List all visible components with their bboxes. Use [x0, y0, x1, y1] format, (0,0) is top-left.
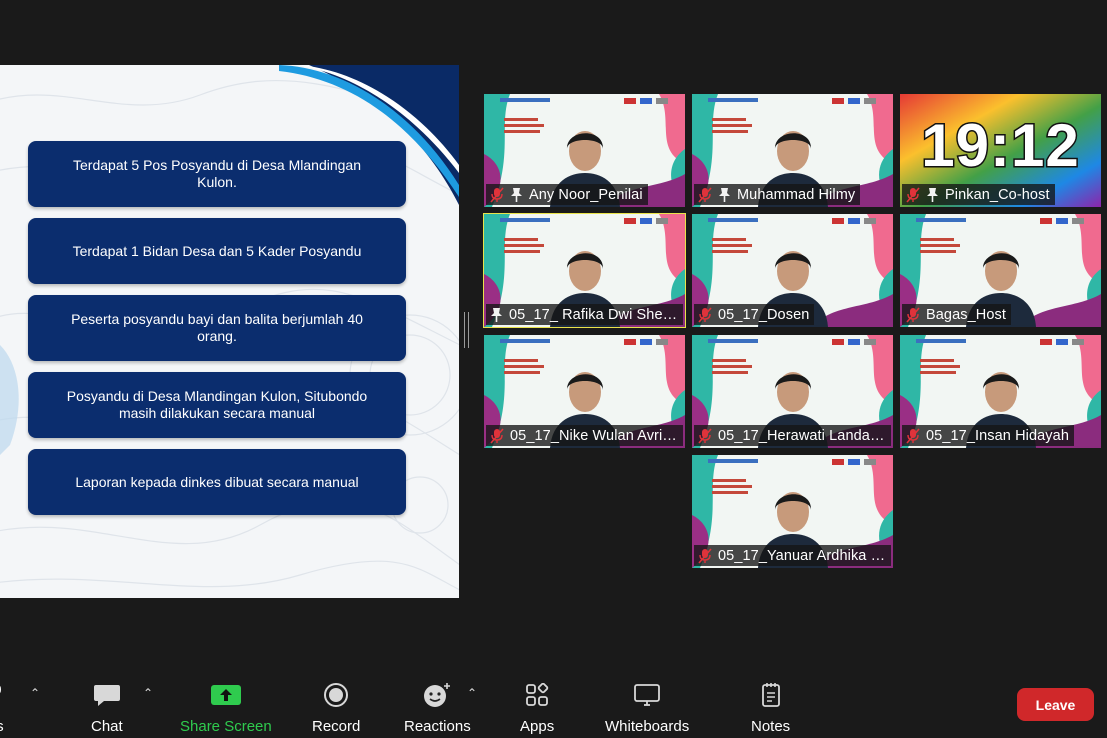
- participant-name: 05_17_Herawati Landasari: [718, 427, 886, 444]
- panel-resize-handle[interactable]: [464, 312, 469, 348]
- participant-name-bar: Any Noor_Penilai: [486, 184, 648, 205]
- chat-button[interactable]: Chat: [91, 680, 123, 735]
- chevron-up-icon[interactable]: ⌃: [467, 686, 477, 700]
- participant-count: 0: [0, 682, 1, 697]
- whiteboard-icon: [634, 684, 661, 706]
- smiley-icon: [424, 683, 451, 707]
- meeting-toolbar: 0 ts ⌃ Chat ⌃ Share Screen Record Reacti…: [0, 670, 1107, 738]
- participant-name-bar: 05_17_Yanuar Ardhika Putra: [694, 545, 891, 566]
- participant-name: 05_17_Nike Wulan Avriliana: [510, 427, 678, 444]
- participant-tile[interactable]: 05_17_Insan Hidayah: [900, 335, 1101, 448]
- pin-icon: [511, 187, 522, 202]
- participant-tile[interactable]: 05_17_Nike Wulan Avriliana: [484, 335, 685, 448]
- participant-tile[interactable]: 05_17_Dosen: [692, 214, 893, 327]
- share-screen-icon: [210, 685, 241, 705]
- participant-name: 05_17_Insan Hidayah: [926, 427, 1069, 444]
- participant-tile[interactable]: 19:12 Pinkan_Co-host: [900, 94, 1101, 207]
- reactions-button[interactable]: Reactions: [404, 680, 471, 735]
- record-icon: [324, 683, 349, 707]
- pin-icon: [491, 307, 502, 322]
- record-button[interactable]: Record: [312, 680, 360, 735]
- clock-display: 19:12: [920, 112, 1080, 179]
- mic-off-icon: [906, 306, 920, 323]
- pin-icon: [927, 187, 938, 202]
- mic-off-icon: [906, 186, 920, 203]
- chevron-up-icon[interactable]: ⌃: [30, 686, 40, 700]
- record-label: Record: [312, 718, 361, 735]
- participants-button-partial[interactable]: 0 ts: [0, 680, 4, 736]
- shared-screen: Terdapat 5 Pos Posyandu di Desa Mlanding…: [0, 65, 459, 598]
- mic-off-icon: [698, 186, 712, 203]
- participant-tile[interactable]: 05_17_Herawati Landasari: [692, 335, 893, 448]
- share-screen-label: Share Screen: [180, 718, 272, 735]
- whiteboards-button[interactable]: Whiteboards: [605, 680, 689, 735]
- participant-name: Any Noor_Penilai: [529, 186, 643, 203]
- notes-button[interactable]: Notes: [751, 680, 790, 735]
- participant-name: 05_17_ Rafika Dwi Shefira: [509, 306, 678, 323]
- participant-name: Bagas_Host: [926, 306, 1006, 323]
- mic-off-icon: [906, 427, 920, 444]
- mic-off-icon: [490, 427, 504, 444]
- participant-tile[interactable]: 05_17_Yanuar Ardhika Putra: [692, 455, 893, 568]
- participant-name-bar: 05_17_Nike Wulan Avriliana: [486, 425, 683, 446]
- participant-name-bar: Pinkan_Co-host: [902, 184, 1055, 205]
- chat-label: Chat: [91, 718, 123, 735]
- mic-off-icon: [698, 547, 712, 564]
- apps-icon: [526, 683, 549, 706]
- participant-name: Muhammad Hilmy: [737, 186, 856, 203]
- notes-icon: [761, 683, 780, 707]
- participant-name: Pinkan_Co-host: [945, 186, 1050, 203]
- share-screen-button[interactable]: Share Screen: [180, 680, 272, 735]
- apps-button[interactable]: Apps: [520, 680, 554, 735]
- participant-name-bar: 05_17_Insan Hidayah: [902, 425, 1074, 446]
- leave-button[interactable]: Leave: [1017, 688, 1094, 721]
- chat-icon: [93, 685, 120, 706]
- slide-point-5: Laporan kepada dinkes dibuat secara manu…: [28, 449, 406, 515]
- mic-off-icon: [490, 186, 504, 203]
- participant-name: 05_17_Yanuar Ardhika Putra: [718, 547, 886, 564]
- participant-name-bar: Muhammad Hilmy: [694, 184, 861, 205]
- chevron-up-icon[interactable]: ⌃: [143, 686, 153, 700]
- participant-tile[interactable]: Muhammad Hilmy: [692, 94, 893, 207]
- mic-off-icon: [698, 306, 712, 323]
- participant-name-bar: 05_17_Dosen: [694, 304, 815, 325]
- participant-name-bar: 05_17_Herawati Landasari: [694, 425, 891, 446]
- slide-point-4: Posyandu di Desa Mlandingan Kulon, Situb…: [28, 372, 406, 438]
- mic-off-icon: [698, 427, 712, 444]
- apps-label: Apps: [520, 718, 555, 735]
- participant-tile[interactable]: Any Noor_Penilai: [484, 94, 685, 207]
- participants-label: ts: [0, 718, 4, 735]
- participant-name-bar: 05_17_ Rafika Dwi Shefira: [486, 304, 683, 325]
- whiteboards-label: Whiteboards: [605, 718, 690, 735]
- slide-point-1: Terdapat 5 Pos Posyandu di Desa Mlanding…: [28, 141, 406, 207]
- participant-tile[interactable]: Bagas_Host: [900, 214, 1101, 327]
- slide-point-3: Peserta posyandu bayi dan balita berjuml…: [28, 295, 406, 361]
- slide-point-2: Terdapat 1 Bidan Desa dan 5 Kader Posyan…: [28, 218, 406, 284]
- pin-icon: [719, 187, 730, 202]
- participant-name-bar: Bagas_Host: [902, 304, 1011, 325]
- reactions-label: Reactions: [404, 718, 471, 735]
- participant-name: 05_17_Dosen: [718, 306, 810, 323]
- participant-tile[interactable]: 05_17_ Rafika Dwi Shefira: [483, 213, 686, 328]
- notes-label: Notes: [751, 718, 791, 735]
